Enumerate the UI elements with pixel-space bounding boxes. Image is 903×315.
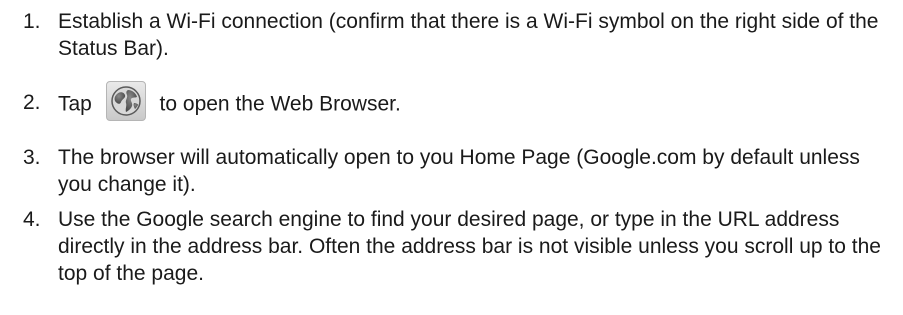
step-text: Tap to open the Web Browser.	[58, 81, 888, 121]
step-text-after: to open the Web Browser.	[159, 92, 401, 116]
step-number: 1.	[23, 10, 41, 33]
step-text: Establish a Wi-Fi connection (confirm th…	[58, 10, 879, 60]
instruction-steps: 1. Establish a Wi-Fi connection (confirm…	[0, 0, 903, 315]
step-text: The browser will automatically open to y…	[58, 146, 860, 196]
step-text-before: Tap	[58, 92, 92, 116]
step-number: 3.	[23, 146, 41, 169]
step-number: 4.	[23, 208, 41, 231]
step-text: Use the Google search engine to find you…	[58, 208, 881, 285]
globe-browser-icon	[105, 81, 146, 121]
step-number: 2.	[23, 91, 41, 114]
